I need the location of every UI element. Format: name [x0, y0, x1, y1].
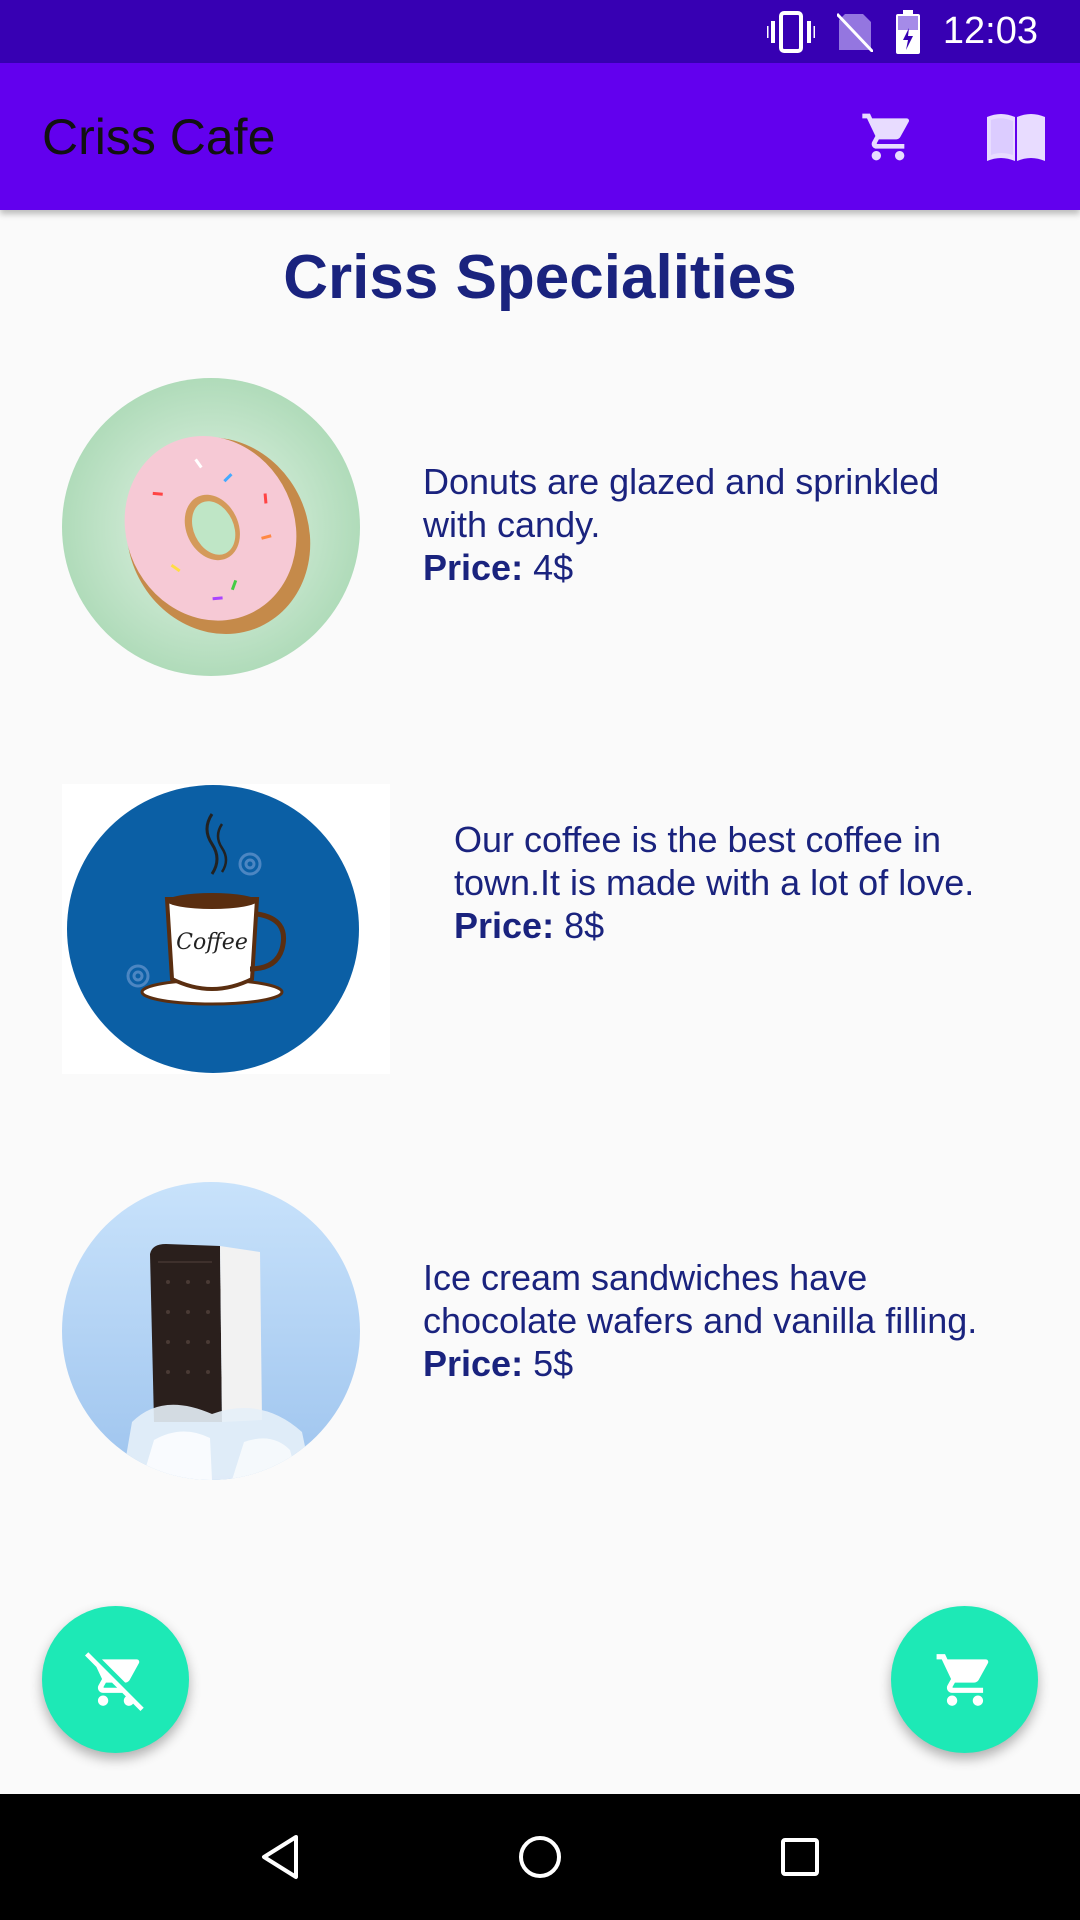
- system-nav-bar: [0, 1794, 1080, 1920]
- battery-charging-icon: [895, 9, 921, 54]
- menu-book-button[interactable]: [982, 103, 1050, 171]
- home-icon: [519, 1836, 561, 1878]
- coffee-cup-label: Coffee: [176, 930, 248, 955]
- no-sim-icon: [836, 12, 873, 52]
- menu-item-coffee[interactable]: Coffee Our coffee is the best coffee in …: [62, 784, 1022, 1074]
- item-description: Donuts are glazed and sprinkled with can…: [423, 461, 940, 545]
- status-clock: 12:03: [942, 10, 1038, 52]
- cart-button[interactable]: [854, 103, 922, 171]
- cart-icon: [862, 113, 910, 160]
- back-button[interactable]: [240, 1817, 320, 1897]
- vibrate-icon: [766, 10, 815, 53]
- price-value: 4$: [523, 547, 574, 588]
- page-title: Criss Specialities: [283, 243, 797, 312]
- remove-from-cart-fab[interactable]: [42, 1606, 189, 1753]
- add-to-cart-fab[interactable]: [891, 1606, 1038, 1753]
- item-description: Ice cream sandwiches have chocolate wafe…: [423, 1257, 978, 1341]
- recents-button[interactable]: [760, 1817, 840, 1897]
- menu-item-donut[interactable]: Donuts are glazed and sprinkled with can…: [62, 378, 1022, 678]
- recents-icon: [781, 1838, 819, 1876]
- add-shopping-cart-icon: [936, 1653, 988, 1706]
- price-value: 8$: [554, 905, 605, 946]
- donut-image: [62, 378, 360, 676]
- price-label: Price:: [423, 547, 524, 588]
- menu-book-icon: [987, 113, 1045, 161]
- home-button[interactable]: [500, 1817, 580, 1897]
- price-label: Price:: [423, 1343, 524, 1384]
- item-description-ice-cream-sandwich: Ice cream sandwiches have chocolate wafe…: [423, 1256, 1023, 1385]
- app-title: Criss Cafe: [42, 108, 276, 165]
- remove-shopping-cart-icon: [84, 1651, 144, 1711]
- app-bar: Criss Cafe: [0, 63, 1080, 210]
- coffee-image: Coffee: [62, 784, 390, 1074]
- item-description-coffee: Our coffee is the best coffee in town.It…: [454, 818, 1034, 947]
- menu-item-ice-cream-sandwich[interactable]: Ice cream sandwiches have chocolate wafe…: [62, 1182, 1022, 1482]
- status-bar: 12:03: [0, 0, 1080, 63]
- item-description-donut: Donuts are glazed and sprinkled with can…: [423, 460, 1003, 589]
- app-bar-actions: [854, 63, 1050, 210]
- ice-cream-sandwich-image: [62, 1182, 360, 1480]
- price-value: 5$: [523, 1343, 574, 1384]
- item-description: Our coffee is the best coffee in town.It…: [454, 819, 975, 903]
- price-label: Price:: [454, 905, 555, 946]
- back-icon: [262, 1835, 298, 1879]
